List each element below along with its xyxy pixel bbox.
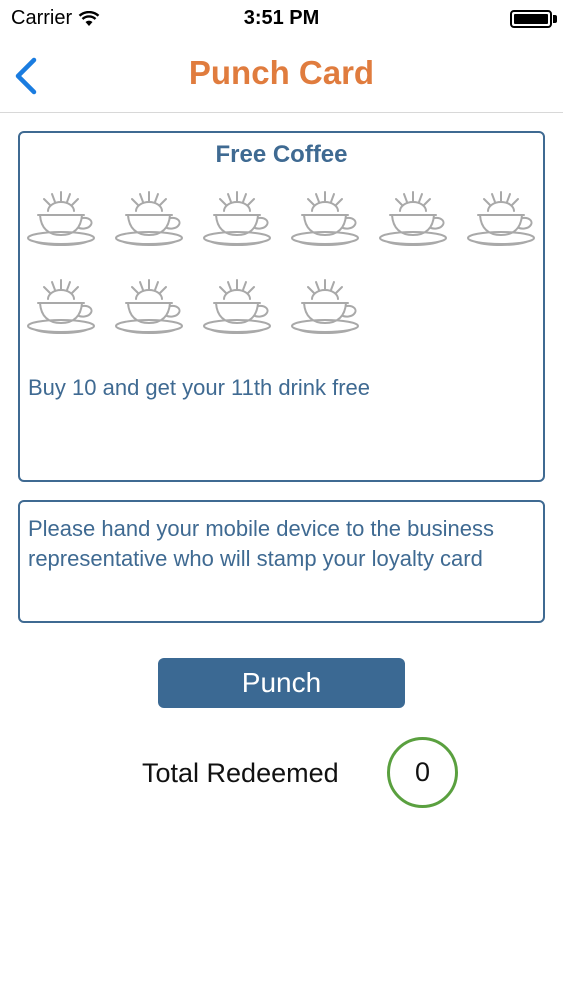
punch-card: Free Coffee Buy 10 and get your 11th dri… [18,131,545,482]
total-redeemed-count: 0 [387,737,458,808]
coffee-cup-icon [202,187,276,251]
coffee-cup-icon [290,187,364,251]
coffee-cup-icon [26,187,100,251]
punch-button[interactable]: Punch [158,658,405,708]
status-time: 3:51 PM [243,7,320,29]
instructions-text: Please hand your mobile device to the bu… [28,516,494,571]
coffee-cup-icon [26,275,100,339]
navigation-bar: Punch Card [0,40,563,113]
battery-tip [553,15,557,23]
coffee-cup-icon [114,187,188,251]
instructions-box: Please hand your mobile device to the bu… [18,500,545,623]
total-redeemed-label: Total Redeemed [142,758,339,788]
battery-icon [510,10,552,28]
coffee-cup-icon [290,275,364,339]
page-title: Punch Card [188,54,375,91]
coffee-cup-icon [114,275,188,339]
coffee-cup-icon [202,275,276,339]
coffee-cup-icon [466,187,540,251]
status-bar: Carrier 3:51 PM [0,0,563,40]
coffee-cup-icon [378,187,452,251]
card-description: Buy 10 and get your 11th drink free [28,375,371,400]
redeemed-count-value: 0 [414,757,431,787]
card-title: Free Coffee [215,141,348,168]
